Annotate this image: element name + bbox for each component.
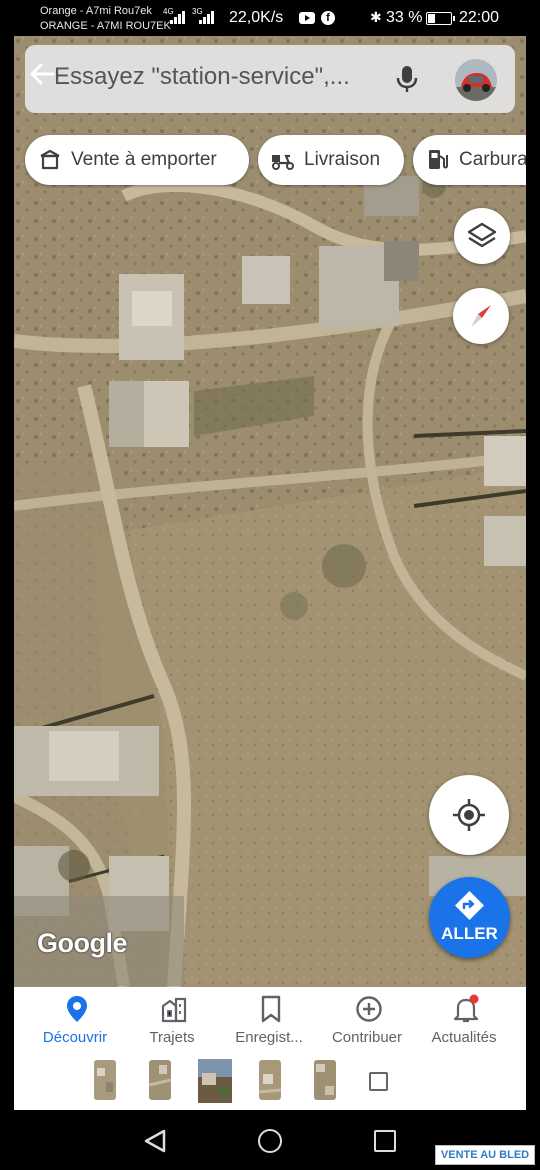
chip-takeout[interactable]: Vente à emporter (25, 135, 249, 185)
bluetooth-icon: ✱ (370, 9, 382, 25)
nav-explore[interactable]: Découvrir (25, 987, 125, 1051)
network-4g-label: 4G (163, 7, 174, 16)
battery-icon (426, 12, 455, 25)
commute-icon (161, 997, 187, 1023)
recent-thumbnail[interactable] (314, 1060, 336, 1100)
car-avatar-image (455, 59, 497, 101)
bell-icon (453, 994, 479, 1023)
clock: 22:00 (459, 9, 500, 26)
notification-badge (469, 994, 479, 1004)
directions-icon (455, 891, 484, 920)
compass-icon (471, 305, 491, 327)
chip-delivery[interactable]: Livraison (258, 135, 404, 185)
chip-takeout-label: Vente à emporter (71, 149, 217, 170)
explore-pin-icon (67, 996, 87, 1022)
search-bar[interactable]: Essayez "station-service",... (25, 45, 515, 113)
nav-updates[interactable]: Actualités (414, 987, 514, 1051)
delivery-scooter-icon (272, 154, 294, 170)
fuel-pump-icon (429, 150, 448, 169)
layers-button[interactable] (454, 208, 510, 264)
layers-icon (467, 222, 497, 248)
bookmark-icon (261, 995, 281, 1023)
profile-avatar[interactable] (455, 59, 497, 101)
recent-thumbnail[interactable] (94, 1060, 116, 1100)
chip-delivery-label: Livraison (304, 149, 381, 170)
triangle-back-icon[interactable] (143, 1128, 167, 1154)
go-label: ALLER (441, 924, 498, 943)
nav-commute[interactable]: Trajets (122, 987, 222, 1051)
carrier-name-2: ORANGE - A7MI ROU7EK (40, 20, 171, 32)
recent-thumbnail[interactable] (198, 1059, 232, 1103)
go-directions-button[interactable]: ALLER (429, 877, 510, 958)
search-input[interactable]: Essayez "station-service",... (54, 63, 384, 91)
youtube-icon (299, 12, 315, 24)
compass-button[interactable] (453, 288, 509, 344)
circle-home-icon[interactable] (258, 1129, 282, 1153)
facebook-icon: f (321, 11, 335, 25)
recent-apps-strip (14, 1051, 526, 1110)
network-3g-label: 3G (192, 7, 203, 16)
chip-fuel-label: Carbura (459, 149, 526, 170)
recent-thumbnail[interactable] (149, 1060, 171, 1100)
my-location-button[interactable] (429, 775, 509, 855)
watermark-logo: VENTE AU BLED (435, 1145, 535, 1165)
google-logo: Google (37, 928, 128, 958)
status-bar: Orange - A7mi Rou7ek ORANGE - A7MI ROU7E… (0, 0, 540, 36)
carrier-name-1: Orange - A7mi Rou7ek (40, 5, 152, 17)
nav-explore-label: Découvrir (42, 1029, 108, 1046)
nav-saved[interactable]: Enregist... (219, 987, 319, 1051)
back-arrow-icon[interactable] (27, 59, 57, 89)
bottom-navigation: Découvrir Trajets Enregist... Contribuer (14, 987, 526, 1051)
nav-contribute-label: Contribuer (331, 1029, 403, 1046)
phone-screen: Orange - A7mi Rou7ek ORANGE - A7MI ROU7E… (0, 0, 540, 1170)
nav-contribute[interactable]: Contribuer (317, 987, 417, 1051)
recent-apps-square-icon[interactable] (369, 1072, 388, 1091)
add-circle-icon (356, 996, 382, 1022)
recent-thumbnail[interactable] (259, 1060, 281, 1100)
battery-percent: 33 % (386, 9, 423, 26)
net-speed: 22,0K/s (229, 9, 284, 26)
nav-updates-label: Actualités (431, 1029, 497, 1046)
square-recents-icon[interactable] (374, 1130, 396, 1152)
nav-saved-label: Enregist... (235, 1029, 303, 1046)
nav-commute-label: Trajets (149, 1029, 195, 1046)
takeout-bag-icon (40, 149, 60, 170)
chip-fuel[interactable]: Carbura (413, 135, 526, 185)
mic-icon[interactable] (395, 64, 419, 94)
my-location-icon (453, 799, 485, 831)
